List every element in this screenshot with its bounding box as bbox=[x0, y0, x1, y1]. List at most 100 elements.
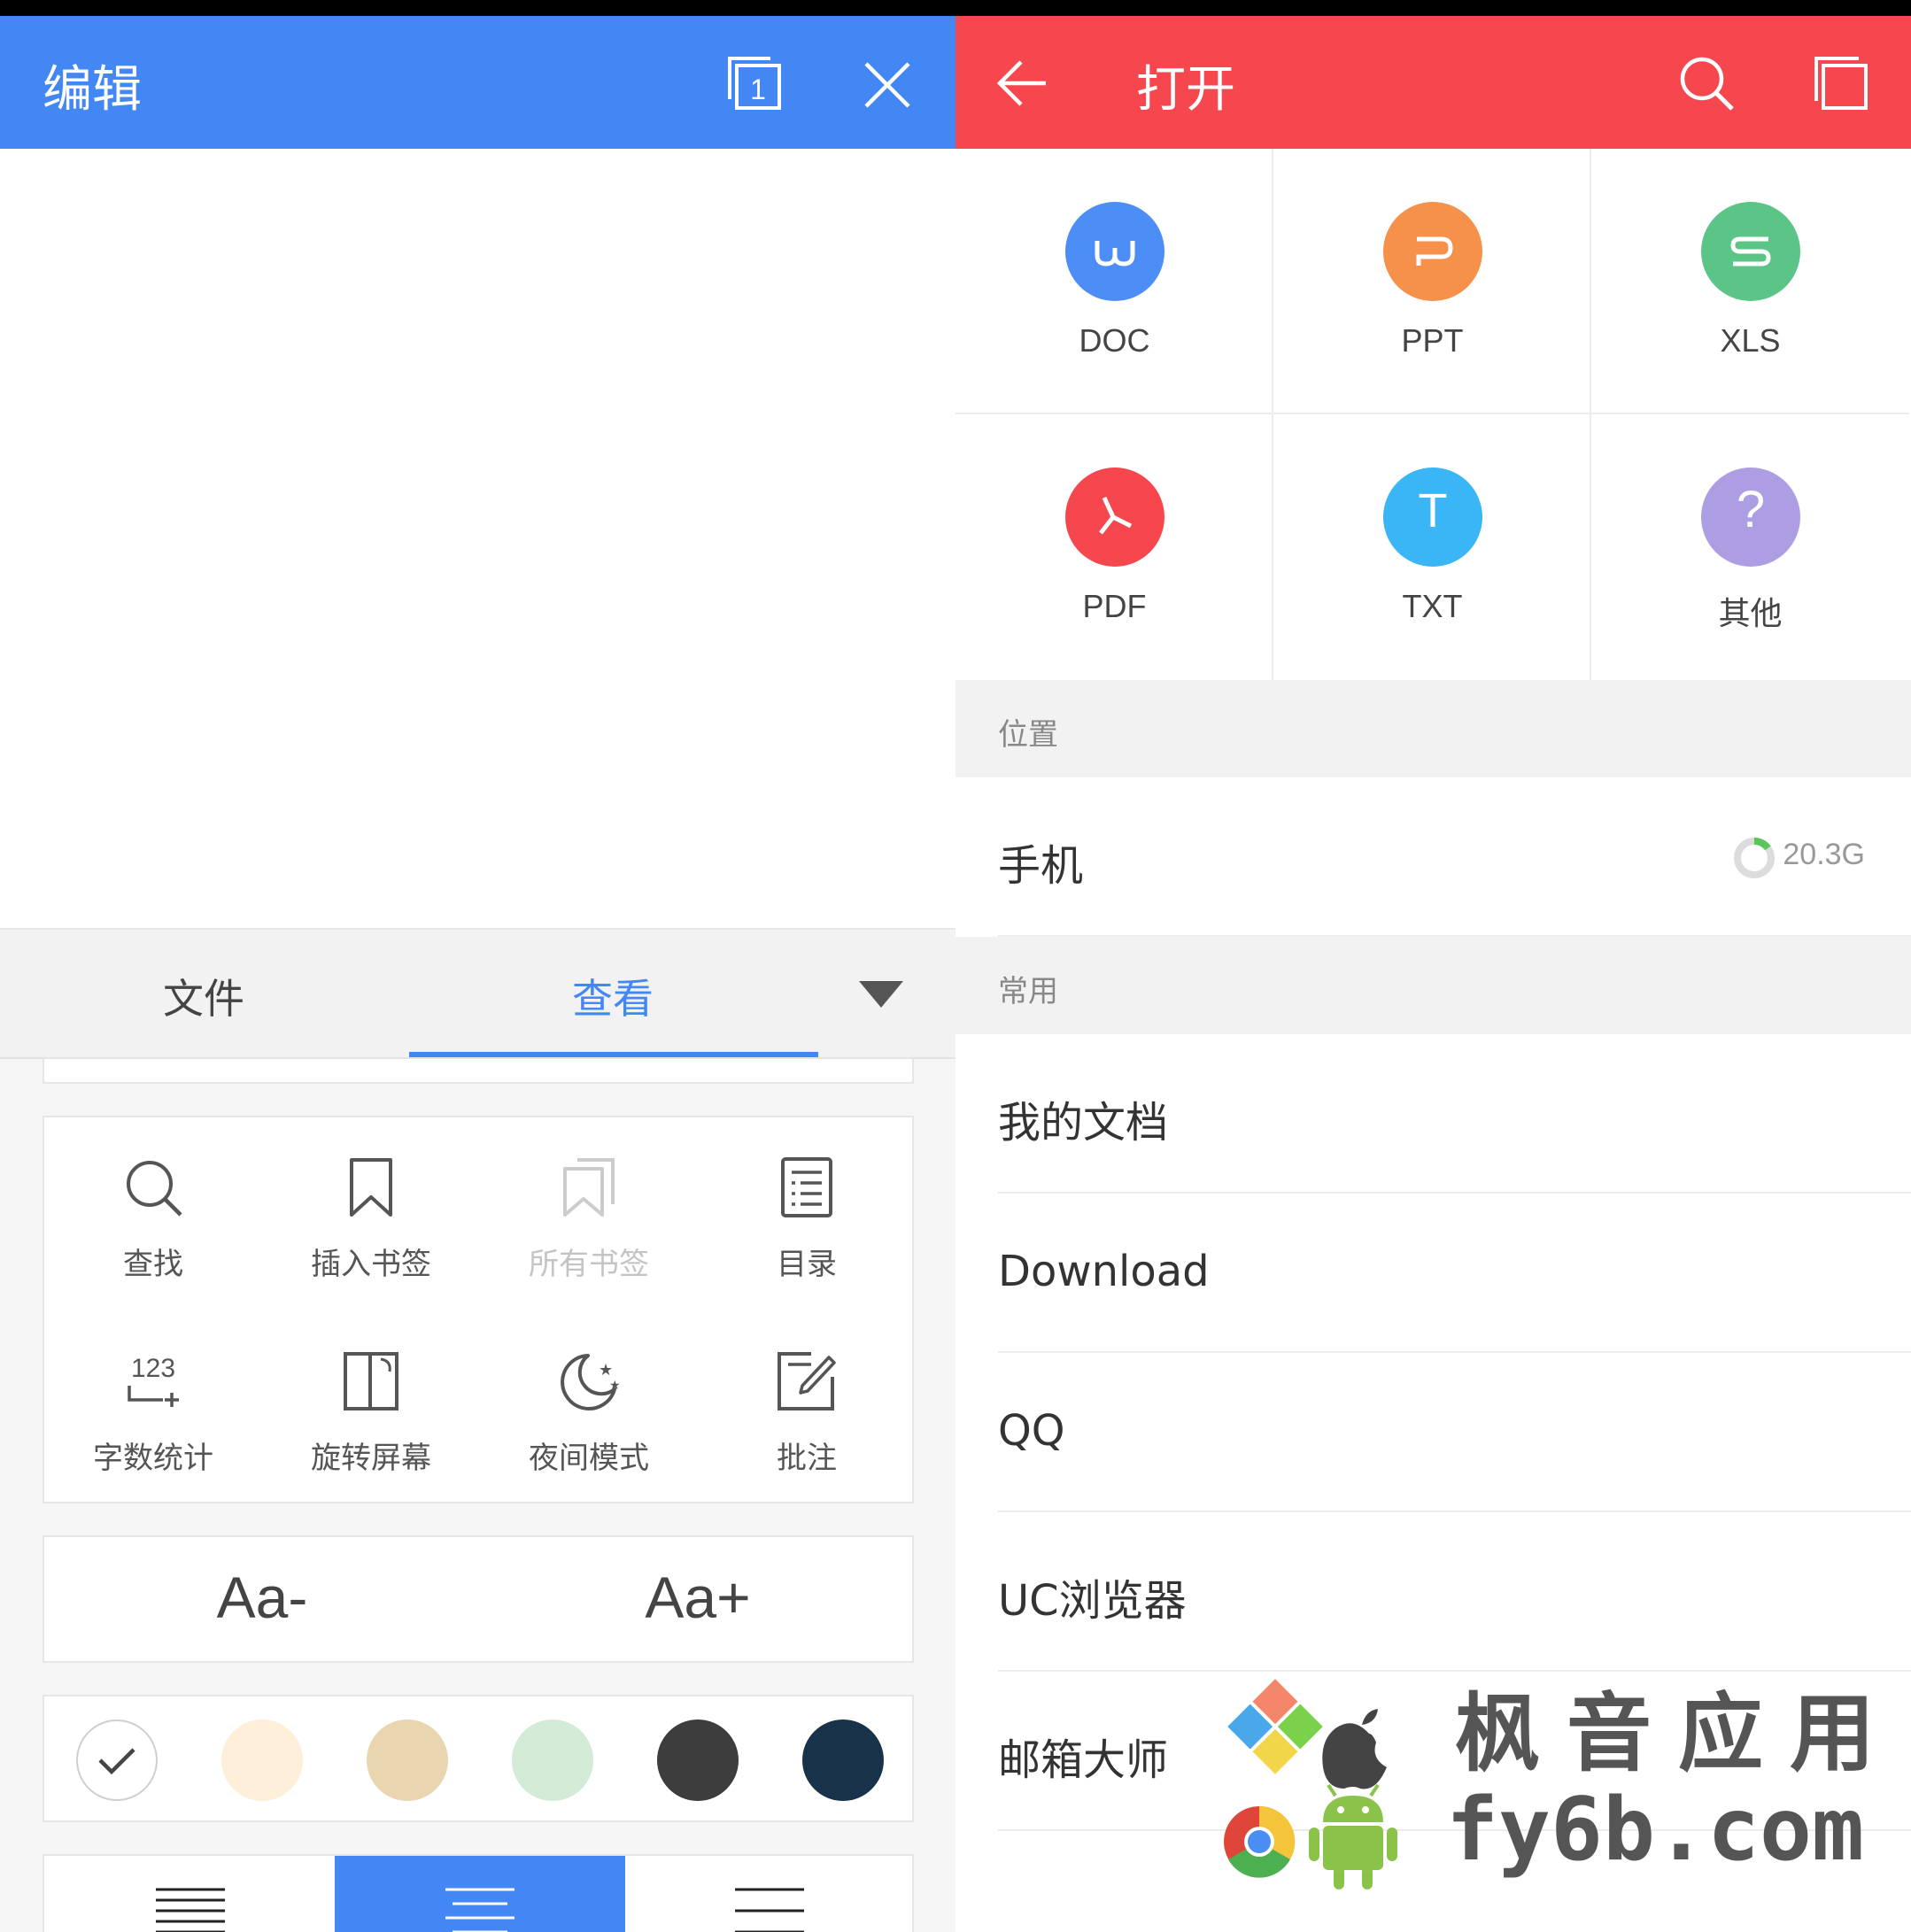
tool-word-count[interactable]: 123 字数统计 bbox=[44, 1311, 262, 1505]
tab-view[interactable]: 查看 bbox=[409, 967, 816, 1025]
row-label: 邮箱大师 bbox=[998, 1735, 1169, 1785]
editor-title: 编辑 bbox=[43, 61, 142, 119]
bookmarks-icon bbox=[563, 1158, 615, 1217]
status-bar bbox=[956, 0, 1911, 16]
xls-s-icon bbox=[1730, 236, 1771, 267]
align-wide-button[interactable] bbox=[625, 1856, 916, 1932]
common-item[interactable]: 我的文档 bbox=[998, 1034, 1911, 1194]
page-switch-button[interactable]: 1 bbox=[724, 53, 785, 113]
alignment-controls bbox=[43, 1854, 914, 1932]
ppt-p-icon bbox=[1416, 236, 1453, 266]
filetype-ppt[interactable]: PPT bbox=[1273, 149, 1591, 414]
bg-swatch-navy[interactable] bbox=[802, 1719, 884, 1801]
opener-title: 打开 bbox=[1136, 61, 1235, 119]
section-header-common: 常用 bbox=[956, 937, 1911, 1034]
panel-strip bbox=[43, 1059, 914, 1084]
tool-label: 插入书签 bbox=[311, 1247, 431, 1282]
search-icon bbox=[127, 1161, 182, 1217]
svg-text:123: 123 bbox=[131, 1354, 175, 1383]
section-title: 位置 bbox=[998, 717, 1058, 753]
watermark-text-cn: 枫音应用 bbox=[1455, 1684, 1901, 1783]
background-color-picker bbox=[43, 1695, 914, 1822]
tool-label: 夜间模式 bbox=[529, 1441, 649, 1476]
bg-swatch-charcoal[interactable] bbox=[657, 1719, 739, 1801]
filetype-xls[interactable]: XLS bbox=[1591, 149, 1909, 414]
bg-swatch-mint[interactable] bbox=[512, 1719, 593, 1801]
common-item[interactable]: Download bbox=[998, 1194, 1911, 1353]
tool-label: 目录 bbox=[777, 1247, 837, 1282]
night-mode-icon: ★ ★ bbox=[561, 1354, 620, 1410]
location-phone[interactable]: 手机 20.3G bbox=[998, 777, 1911, 937]
common-item[interactable]: UC浏览器 bbox=[998, 1512, 1911, 1672]
document-canvas[interactable] bbox=[0, 149, 956, 930]
watermark-text-url: fy6b.com bbox=[1446, 1780, 1865, 1881]
close-button[interactable] bbox=[863, 60, 912, 110]
bg-swatch-tan[interactable] bbox=[367, 1719, 448, 1801]
tool-night-mode[interactable]: ★ ★ 夜间模式 bbox=[480, 1311, 698, 1505]
tool-toc[interactable]: 目录 bbox=[698, 1117, 916, 1311]
toc-icon bbox=[781, 1157, 832, 1217]
doc-w-icon bbox=[1095, 241, 1135, 267]
windows-button[interactable] bbox=[1813, 55, 1869, 112]
back-button[interactable] bbox=[996, 58, 1048, 108]
watermark-logos bbox=[1224, 1679, 1397, 1889]
tool-label: 查找 bbox=[123, 1247, 183, 1282]
editor-app-bar: 编辑 1 bbox=[0, 16, 956, 149]
filetype-label: 其他 bbox=[1718, 595, 1783, 631]
align-center-icon bbox=[445, 1888, 514, 1932]
filetype-label: PPT bbox=[1401, 322, 1464, 359]
pages-icon: 1 bbox=[728, 57, 781, 110]
view-tools-grid: 查找 插入书签 所有书签 目录 123 字数统计 旋转屏幕 ★ ★ 夜间模式 批… bbox=[43, 1116, 914, 1503]
check-icon bbox=[98, 1748, 135, 1775]
editor-pane: 编辑 1 文件 查看 查找 插入书签 所有书签 目录 123 字数统计 旋转屏幕… bbox=[0, 0, 956, 1932]
word-count-icon: 123 bbox=[128, 1354, 179, 1407]
tool-label: 所有书签 bbox=[529, 1247, 649, 1282]
align-justify-icon bbox=[156, 1888, 225, 1932]
font-size-controls: Aa- Aa+ bbox=[43, 1535, 914, 1663]
row-label: QQ bbox=[998, 1406, 1065, 1456]
storage-value: 20.3G bbox=[1783, 838, 1865, 871]
storage-ring-icon bbox=[1734, 838, 1775, 878]
filetype-label: PDF bbox=[1082, 588, 1147, 624]
align-justify-button[interactable] bbox=[44, 1856, 335, 1932]
collapse-panel-button[interactable] bbox=[859, 981, 903, 1008]
close-icon bbox=[864, 62, 910, 108]
row-label: 手机 bbox=[998, 841, 1084, 891]
filetype-label: TXT bbox=[1402, 588, 1463, 624]
search-button[interactable] bbox=[1678, 55, 1735, 112]
status-bar bbox=[0, 0, 956, 16]
pdf-acrobat-icon bbox=[1099, 496, 1133, 535]
filetype-label: DOC bbox=[1079, 322, 1150, 359]
tool-all-bookmarks: 所有书签 bbox=[480, 1117, 698, 1311]
common-item[interactable]: QQ bbox=[998, 1353, 1911, 1512]
align-center-button[interactable] bbox=[335, 1856, 625, 1932]
tab-file[interactable]: 文件 bbox=[0, 967, 407, 1025]
svg-text:★: ★ bbox=[599, 1361, 613, 1379]
filetype-doc[interactable]: DOC bbox=[956, 149, 1273, 414]
tool-search[interactable]: 查找 bbox=[44, 1117, 262, 1311]
tool-annotate[interactable]: 批注 bbox=[698, 1311, 916, 1505]
tool-insert-bookmark[interactable]: 插入书签 bbox=[262, 1117, 480, 1311]
filetype-pdf[interactable]: PDF bbox=[956, 414, 1273, 680]
font-increase-button[interactable]: Aa+ bbox=[480, 1564, 916, 1631]
windows-icon bbox=[1814, 57, 1868, 110]
svg-text:1: 1 bbox=[750, 73, 766, 105]
tool-rotate-screen[interactable]: 旋转屏幕 bbox=[262, 1311, 480, 1505]
svg-text:★: ★ bbox=[609, 1379, 620, 1393]
opener-pane: 打开 DOC PPT XLS PDF T TXT ? 其他 位置 手机 20.3… bbox=[956, 0, 1911, 1932]
tool-label: 旋转屏幕 bbox=[311, 1441, 431, 1476]
filetype-txt[interactable]: T TXT bbox=[1273, 414, 1591, 680]
tab-indicator bbox=[409, 1052, 818, 1057]
bookmark-icon bbox=[350, 1158, 392, 1217]
align-lines-icon bbox=[735, 1888, 804, 1932]
row-label: Download bbox=[998, 1247, 1210, 1296]
rotate-screen-icon bbox=[344, 1352, 398, 1410]
filetype-other[interactable]: ? 其他 bbox=[1591, 414, 1909, 680]
font-decrease-button[interactable]: Aa- bbox=[44, 1564, 480, 1631]
search-icon bbox=[1680, 57, 1734, 111]
opener-app-bar: 打开 bbox=[956, 16, 1911, 149]
filetype-label: XLS bbox=[1720, 322, 1781, 359]
bg-swatch-cream[interactable] bbox=[221, 1719, 303, 1801]
row-label: UC浏览器 bbox=[998, 1576, 1187, 1626]
triangle-down-icon bbox=[859, 981, 903, 1008]
